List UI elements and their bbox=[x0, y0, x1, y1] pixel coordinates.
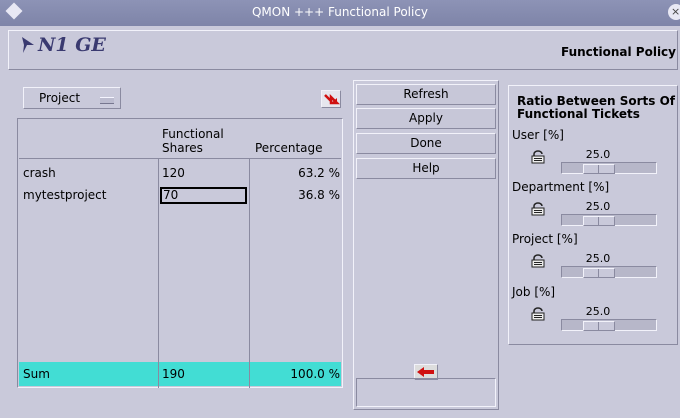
column-header-shares-line1: Functional bbox=[162, 127, 224, 141]
row-name[interactable]: crash bbox=[23, 165, 56, 181]
user-ratio-value: 25.0 bbox=[585, 148, 611, 161]
job-ratio-label: Job [%] bbox=[512, 285, 556, 299]
project-ratio-value: 25.0 bbox=[585, 252, 611, 265]
row-shares[interactable]: 120 bbox=[162, 165, 185, 181]
sum-row: Sum 190 100.0 % bbox=[19, 362, 341, 386]
lock-icon[interactable] bbox=[531, 150, 545, 164]
clear-button[interactable] bbox=[321, 90, 341, 108]
sum-percentage: 100.0 % bbox=[290, 367, 340, 381]
red-left-arrow-icon bbox=[417, 367, 434, 377]
message-area bbox=[356, 378, 496, 407]
project-ratio-label: Project [%] bbox=[512, 232, 578, 246]
refresh-button[interactable]: Refresh bbox=[356, 84, 496, 105]
button-panel bbox=[353, 80, 499, 410]
type-selector[interactable]: Project bbox=[23, 87, 121, 109]
project-ratio-slider[interactable] bbox=[561, 266, 657, 278]
bird-logo-icon bbox=[22, 37, 34, 53]
job-ratio-value: 25.0 bbox=[585, 305, 611, 318]
red-arrow-icon bbox=[324, 93, 341, 105]
window-title: QMON +++ Functional Policy bbox=[251, 5, 429, 19]
done-button[interactable]: Done bbox=[356, 133, 496, 154]
ratio-title: Ratio Between Sorts Of Functional Ticket… bbox=[517, 94, 675, 121]
row-percentage: 36.8 % bbox=[298, 188, 340, 202]
lock-icon[interactable] bbox=[531, 254, 545, 268]
column-header-percentage: Percentage bbox=[255, 141, 323, 155]
column-separator bbox=[249, 158, 250, 388]
header-separator bbox=[19, 158, 341, 159]
job-ratio-slider[interactable] bbox=[561, 319, 657, 331]
column-separator bbox=[158, 362, 159, 386]
title-bar[interactable]: QMON +++ Functional Policy × bbox=[0, 0, 680, 26]
sum-label: Sum bbox=[23, 367, 50, 381]
shares-edit-field[interactable]: 70 bbox=[160, 187, 247, 204]
user-ratio-slider[interactable] bbox=[561, 162, 657, 174]
lock-icon[interactable] bbox=[531, 307, 545, 321]
page-title: Functional Policy bbox=[560, 45, 676, 59]
department-ratio-label: Department [%] bbox=[512, 180, 610, 194]
department-ratio-value: 25.0 bbox=[585, 200, 611, 213]
qmon-window: QMON +++ Functional Policy × N1 GE Funct… bbox=[0, 0, 680, 418]
row-percentage: 63.2 % bbox=[298, 166, 340, 180]
user-ratio-label: User [%] bbox=[512, 128, 564, 142]
logo-text: N1 GE bbox=[38, 34, 106, 56]
apply-button[interactable]: Apply bbox=[356, 108, 496, 129]
column-header-shares-line2: Shares bbox=[162, 141, 203, 155]
n1ge-logo: N1 GE bbox=[20, 34, 106, 56]
slider-thumb[interactable] bbox=[583, 321, 615, 331]
help-button[interactable]: Help bbox=[356, 158, 496, 179]
slider-thumb[interactable] bbox=[583, 216, 615, 226]
lock-icon[interactable] bbox=[531, 202, 545, 216]
slider-thumb[interactable] bbox=[583, 164, 615, 174]
close-icon[interactable]: × bbox=[668, 4, 680, 20]
column-separator bbox=[249, 362, 250, 386]
sum-shares: 190 bbox=[162, 367, 185, 381]
column-separator bbox=[158, 158, 159, 388]
department-ratio-slider[interactable] bbox=[561, 214, 657, 226]
type-selector-value: Project bbox=[39, 91, 81, 105]
column-header-shares: Functional Shares bbox=[162, 127, 224, 155]
option-menu-indicator-icon bbox=[100, 97, 114, 104]
row-name[interactable]: mytestproject bbox=[23, 187, 106, 203]
slider-thumb[interactable] bbox=[583, 268, 615, 278]
